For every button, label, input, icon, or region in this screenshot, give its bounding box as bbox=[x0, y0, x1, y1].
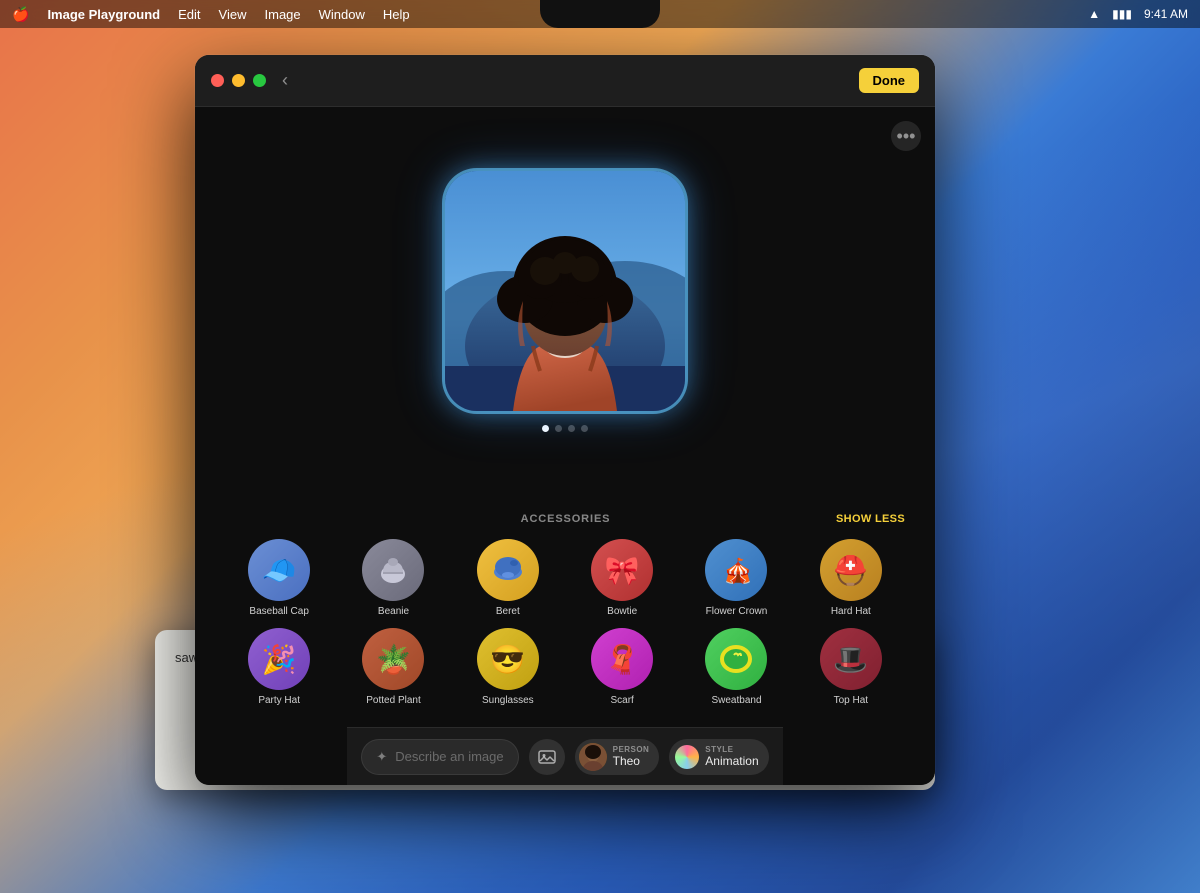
accessory-flower-crown[interactable]: 🎪 Flower Crown bbox=[682, 539, 790, 618]
accessories-title: ACCESSORIES bbox=[295, 513, 836, 525]
describe-input-wrapper[interactable]: ✦ Describe an image bbox=[361, 739, 518, 775]
svg-text:🎪: 🎪 bbox=[723, 557, 753, 585]
dot-2[interactable] bbox=[555, 425, 562, 432]
battery-icon: ▮▮▮ bbox=[1112, 7, 1132, 21]
person-label-top: PERSON bbox=[613, 745, 650, 754]
wifi-icon: ▲ bbox=[1088, 7, 1100, 21]
person-pill[interactable]: PERSON Theo bbox=[575, 739, 660, 775]
menubar-image[interactable]: Image bbox=[265, 7, 301, 22]
menubar-edit[interactable]: Edit bbox=[178, 7, 200, 22]
accessories-grid: 🧢 Baseball Cap Beanie bbox=[225, 539, 905, 707]
avatar-image bbox=[579, 743, 607, 771]
image-upload-button[interactable] bbox=[529, 739, 565, 775]
camera-notch bbox=[540, 0, 660, 28]
image-display-area: ••• bbox=[195, 107, 935, 513]
style-label-name: Animation bbox=[705, 754, 758, 768]
party-hat-label: Party Hat bbox=[258, 695, 300, 707]
baseball-cap-label: Baseball Cap bbox=[249, 606, 308, 618]
person-avatar bbox=[579, 743, 607, 771]
scarf-icon: 🧣 bbox=[591, 628, 653, 690]
accessory-hard-hat[interactable]: ⛑️ Hard Hat bbox=[797, 539, 905, 618]
app-window: ‹ Done ••• bbox=[195, 55, 935, 785]
beanie-label: Beanie bbox=[378, 606, 409, 618]
accessory-top-hat[interactable]: 🎩 Top Hat bbox=[797, 628, 905, 707]
sweatband-icon bbox=[705, 628, 767, 690]
accessory-bowtie[interactable]: 🎀 Bowtie bbox=[568, 539, 676, 618]
describe-placeholder: Describe an image bbox=[395, 749, 503, 764]
bottom-bar: ✦ Describe an image bbox=[347, 727, 782, 785]
dot-3[interactable] bbox=[568, 425, 575, 432]
minimize-button[interactable] bbox=[232, 74, 245, 87]
accessory-scarf[interactable]: 🧣 Scarf bbox=[568, 628, 676, 707]
accessory-beanie[interactable]: Beanie bbox=[339, 539, 447, 618]
content-area: ••• bbox=[195, 107, 935, 785]
maximize-button[interactable] bbox=[253, 74, 266, 87]
potted-plant-icon: 🪴 bbox=[362, 628, 424, 690]
accessory-potted-plant[interactable]: 🪴 Potted Plant bbox=[339, 628, 447, 707]
flower-crown-icon: 🎪 bbox=[705, 539, 767, 601]
dot-4[interactable] bbox=[581, 425, 588, 432]
bowtie-icon: 🎀 bbox=[591, 539, 653, 601]
sunglasses-icon: 😎 bbox=[477, 628, 539, 690]
bowtie-label: Bowtie bbox=[607, 606, 637, 618]
menubar-view[interactable]: View bbox=[219, 7, 247, 22]
accessory-beret[interactable]: Beret bbox=[454, 539, 562, 618]
generated-image[interactable] bbox=[445, 171, 685, 411]
hard-hat-label: Hard Hat bbox=[831, 606, 871, 618]
accessory-sunglasses[interactable]: 😎 Sunglasses bbox=[454, 628, 562, 707]
more-options-button[interactable]: ••• bbox=[891, 121, 921, 151]
style-label-top: STYLE bbox=[705, 745, 758, 754]
baseball-cap-icon: 🧢 bbox=[248, 539, 310, 601]
accessories-header: ACCESSORIES SHOW LESS bbox=[225, 513, 905, 525]
menubar-help[interactable]: Help bbox=[383, 7, 410, 22]
pagination-dots bbox=[542, 425, 588, 432]
show-less-button[interactable]: SHOW LESS bbox=[836, 513, 905, 525]
accessory-baseball-cap[interactable]: 🧢 Baseball Cap bbox=[225, 539, 333, 618]
beret-label: Beret bbox=[496, 606, 520, 618]
back-button[interactable]: ‹ bbox=[282, 70, 288, 91]
potted-plant-label: Potted Plant bbox=[366, 695, 420, 707]
flower-crown-label: Flower Crown bbox=[706, 606, 768, 618]
accessory-sweatband[interactable]: Sweatband bbox=[682, 628, 790, 707]
top-hat-label: Top Hat bbox=[834, 695, 868, 707]
style-pill-label: STYLE Animation bbox=[705, 745, 758, 768]
beret-icon bbox=[477, 539, 539, 601]
image-icon bbox=[538, 748, 556, 766]
accessories-section: ACCESSORIES SHOW LESS 🧢 Baseball Cap bbox=[195, 513, 935, 727]
beanie-icon bbox=[362, 539, 424, 601]
sunglasses-label: Sunglasses bbox=[482, 695, 534, 707]
title-bar: ‹ Done bbox=[195, 55, 935, 107]
dot-1[interactable] bbox=[542, 425, 549, 432]
sparkle-icon: ✦ bbox=[376, 749, 387, 765]
sweatband-label: Sweatband bbox=[711, 695, 761, 707]
menubar-window[interactable]: Window bbox=[319, 7, 365, 22]
apple-menu-icon[interactable]: 🍎 bbox=[12, 6, 29, 23]
style-icon bbox=[675, 745, 699, 769]
menubar-right-icons: ▲ ▮▮▮ 9:41 AM bbox=[1088, 7, 1188, 21]
accessory-party-hat[interactable]: 🎉 Party Hat bbox=[225, 628, 333, 707]
person-illustration bbox=[445, 171, 685, 411]
time-display: 9:41 AM bbox=[1144, 7, 1188, 21]
menubar-app-name[interactable]: Image Playground bbox=[47, 7, 160, 22]
hard-hat-icon: ⛑️ bbox=[820, 539, 882, 601]
generated-image-container bbox=[445, 171, 685, 411]
style-pill[interactable]: STYLE Animation bbox=[669, 739, 768, 775]
close-button[interactable] bbox=[211, 74, 224, 87]
party-hat-icon: 🎉 bbox=[248, 628, 310, 690]
top-hat-icon: 🎩 bbox=[820, 628, 882, 690]
person-label-name: Theo bbox=[613, 754, 650, 768]
done-button[interactable]: Done bbox=[859, 68, 920, 93]
person-pill-label: PERSON Theo bbox=[613, 745, 650, 768]
scarf-label: Scarf bbox=[610, 695, 633, 707]
traffic-lights bbox=[211, 74, 266, 87]
